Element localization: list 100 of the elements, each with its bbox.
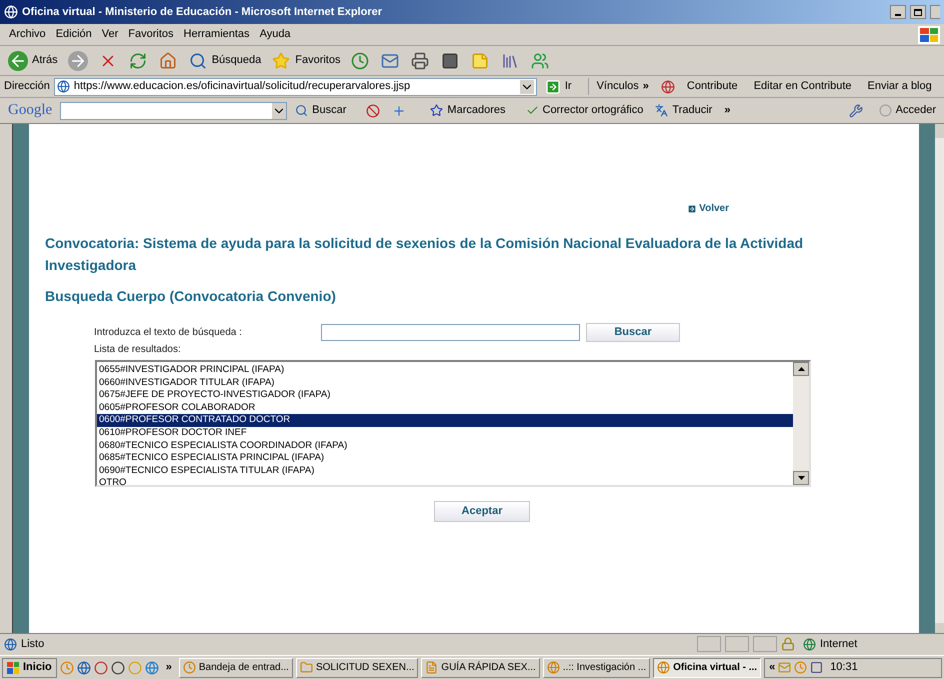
page-icon [56, 80, 70, 93]
spell-check-button[interactable]: Corrector ortográfico [522, 102, 648, 119]
more-button[interactable]: » [642, 78, 649, 95]
down-arrow-icon [798, 476, 804, 480]
menu-item[interactable]: Ayuda [254, 26, 296, 43]
taskbar-button[interactable]: GUÍA RÁPIDA SEX... [421, 658, 540, 678]
mail-icon [778, 661, 792, 674]
address-label: Dirección [4, 79, 50, 94]
star-icon [430, 104, 444, 117]
clock-icon [350, 50, 370, 70]
page-icon [4, 638, 17, 650]
list-option[interactable]: 0655#INVESTIGADOR PRINCIPAL (IFAPA) [97, 364, 793, 377]
page-heading: Convocatoria: Sistema de ayuda para la solicitud de sexenios de la Comisión Nacional Evaluadora de la Actividad Investigadora [45, 234, 804, 275]
tray-expand-button[interactable]: « [769, 659, 776, 676]
minimize-button[interactable] [890, 5, 906, 19]
computer-icon [810, 661, 824, 674]
folder-icon [300, 661, 313, 674]
taskbar-button[interactable]: SOLICITUD SEXEN... [296, 658, 418, 678]
status-pane [697, 636, 721, 652]
list-option[interactable]: 0675#JEFE DE PROYECTO-INVESTIGADOR (IFAPA) [97, 389, 793, 402]
taskbar-button[interactable]: ..:: Investigación ... [542, 658, 650, 678]
list-option[interactable]: 0605#PROFESOR COLABORADOR [97, 402, 793, 414]
more-button[interactable]: » [720, 102, 734, 119]
scroll-down-button[interactable] [793, 471, 809, 485]
menu-item[interactable]: Ver [96, 26, 124, 43]
link-button[interactable]: Contribute [682, 78, 742, 95]
status-pane [725, 636, 749, 652]
back-link[interactable]: Volver [687, 201, 729, 216]
search-field[interactable] [321, 324, 580, 340]
google-search-button[interactable]: Buscar [291, 102, 350, 119]
document-icon [425, 661, 438, 674]
blocked-icon [366, 104, 380, 118]
clock-icon [794, 661, 808, 674]
bookmarks-button[interactable]: Marcadores [426, 102, 510, 119]
google-logo: Google [7, 101, 54, 120]
browser-icon [4, 5, 18, 19]
wrench-icon [848, 104, 863, 118]
printer-icon [410, 50, 430, 70]
lock-icon [781, 637, 795, 651]
list-option[interactable]: 0610#PROFESOR DOCTOR INEF [97, 426, 793, 440]
home-icon [158, 50, 178, 70]
globe-icon [144, 660, 159, 674]
status-pane [753, 636, 777, 652]
maximize-button[interactable] [910, 5, 926, 19]
scrollbar[interactable] [793, 362, 809, 485]
dropdown-icon [520, 80, 534, 94]
translate-icon [655, 104, 668, 117]
list-option[interactable]: 0685#TECNICO ESPECIALISTA PRINCIPAL (IFAPA) [97, 452, 793, 465]
globe-icon [657, 661, 670, 674]
clock-icon [60, 660, 74, 674]
refresh-icon [128, 50, 148, 70]
address-field[interactable]: https://www.educacion.es/oficinavirtual/solicitud/recuperarvalores.jjsp [54, 78, 537, 96]
close-button[interactable] [930, 5, 940, 19]
menu-item[interactable]: Archivo [4, 26, 51, 43]
circle-icon [110, 660, 125, 674]
taskbar-button[interactable]: Oficina virtual - ... [653, 658, 762, 678]
menu-item[interactable]: Herramientas [178, 26, 255, 43]
more-button[interactable]: » [162, 659, 176, 676]
list-option[interactable]: 0660#INVESTIGADOR TITULAR (IFAPA) [97, 376, 793, 390]
window-title: Oficina virtual - Ministerio de Educación - Microsoft Internet Explorer [22, 4, 384, 20]
links-label: Vínculos [588, 78, 639, 95]
clock-text: 10:31 [830, 660, 858, 676]
start-button[interactable]: Inicio [2, 658, 57, 678]
search-icon [295, 104, 308, 117]
link-button[interactable]: Editar en Contribute [750, 78, 856, 95]
globe-icon [76, 660, 91, 674]
toolbar-button[interactable]: Búsqueda [184, 48, 266, 74]
dropdown-icon [272, 102, 286, 118]
list-option[interactable]: 0690#TECNICO ESPECIALISTA TITULAR (IFAPA) [97, 464, 793, 478]
globe-icon [803, 638, 816, 650]
up-arrow-icon [798, 367, 804, 371]
menu-item[interactable]: Favoritos [123, 26, 179, 43]
search-icon [188, 50, 208, 70]
google-search-field[interactable] [60, 102, 288, 120]
clock-icon [182, 661, 196, 674]
go-button[interactable]: Ir [540, 78, 576, 95]
link-button[interactable]: Enviar a blog [864, 78, 936, 95]
scroll-up-button[interactable] [793, 362, 809, 376]
zone-text: Internet [820, 636, 858, 652]
note-icon [470, 50, 490, 70]
sign-in-button[interactable]: Acceder [874, 102, 940, 119]
square-icon [440, 50, 460, 70]
page-subheading: Busqueda Cuerpo (Convocatoria Convenio) [45, 287, 337, 306]
toolbar-button[interactable]: Favoritos [267, 48, 344, 74]
status-text: Listo [21, 636, 46, 652]
list-option[interactable]: 0680#TECNICO ESPECIALISTA COORDINADOR (IFAPA) [97, 440, 793, 452]
taskbar-button[interactable]: Bandeja de entrad... [178, 658, 293, 678]
menu-item[interactable]: Edición [50, 26, 97, 43]
accept-button[interactable]: Aceptar [434, 501, 530, 522]
translate-button[interactable]: Traducir [651, 102, 716, 119]
windows-logo-icon [7, 662, 19, 674]
search-button[interactable]: Buscar [586, 322, 680, 342]
toolbar-button[interactable]: Atrás [4, 48, 62, 74]
search-label: Introduzca el texto de búsqueda : [94, 326, 243, 340]
circle-icon [128, 660, 142, 674]
plus-icon [392, 104, 406, 118]
list-option[interactable]: 0600#PROFESOR CONTRATADO DOCTOR [97, 414, 793, 427]
page-scrollbar[interactable] [935, 124, 944, 633]
list-option[interactable]: OTRO [97, 477, 793, 490]
results-list[interactable] [95, 360, 811, 487]
